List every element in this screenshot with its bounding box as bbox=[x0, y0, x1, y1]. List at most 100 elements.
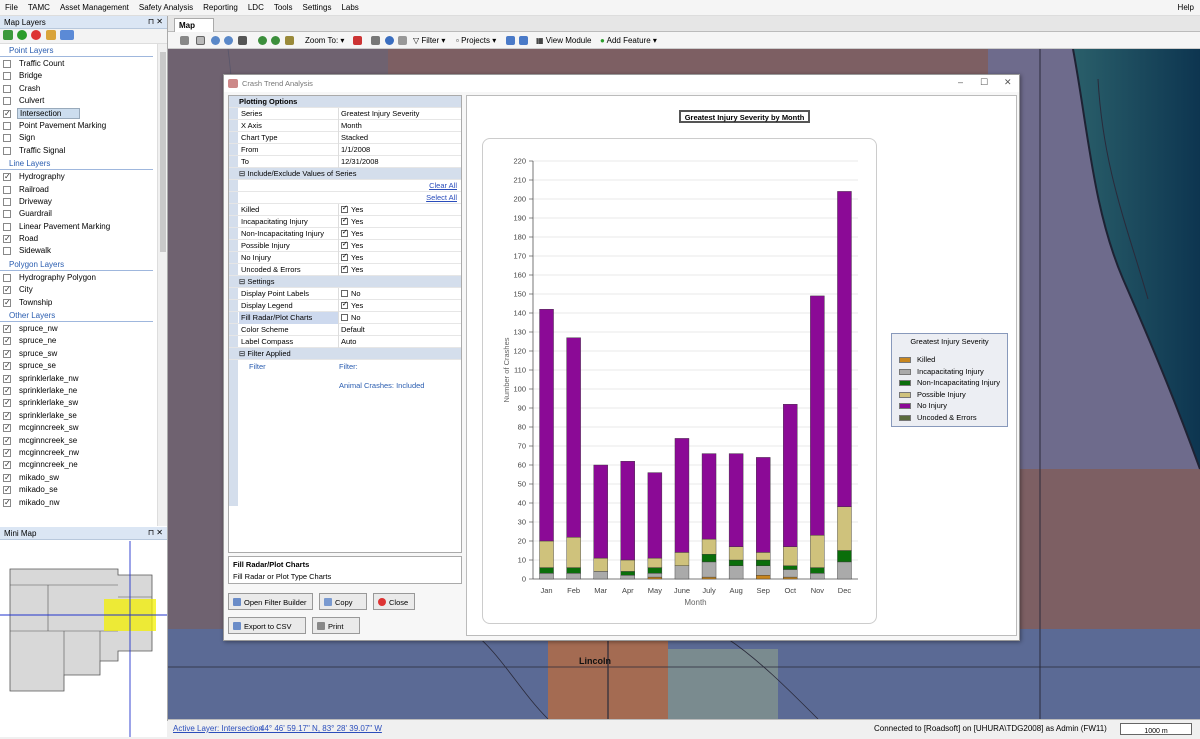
tag-icon[interactable] bbox=[45, 30, 56, 40]
layer-checkbox[interactable] bbox=[3, 410, 11, 422]
active-layer-link[interactable]: Active Layer: Intersection bbox=[173, 724, 263, 733]
binoculars-icon[interactable] bbox=[398, 36, 407, 45]
menu-item[interactable]: Safety Analysis bbox=[134, 0, 198, 12]
close-button[interactable]: Close bbox=[373, 593, 415, 610]
add-layer-icon[interactable] bbox=[3, 30, 13, 40]
layer-item[interactable]: mikado_sw bbox=[0, 472, 157, 484]
layer-checkbox[interactable] bbox=[3, 222, 11, 231]
layer-item[interactable]: mcginncreek_ne bbox=[0, 459, 157, 471]
layer-item[interactable]: Sign bbox=[0, 132, 157, 144]
value-checkbox[interactable] bbox=[341, 314, 348, 321]
layer-item[interactable]: Hydrography bbox=[0, 171, 157, 183]
include-section-header[interactable]: ⊟ Include/Exclude Values of Series bbox=[229, 168, 461, 180]
plotting-options-header[interactable]: Plotting Options bbox=[229, 96, 461, 108]
layout-dropdown-icon[interactable] bbox=[59, 30, 74, 40]
pin-close-icons[interactable]: ⊓ ✕ bbox=[148, 17, 163, 26]
layer-item[interactable]: Point Pavement Marking bbox=[0, 120, 157, 132]
property-row[interactable]: Chart Type Stacked bbox=[229, 132, 461, 144]
layer-checkbox[interactable] bbox=[3, 497, 11, 509]
mini-map-canvas[interactable] bbox=[0, 541, 167, 737]
layer-item[interactable]: Railroad bbox=[0, 184, 157, 196]
layer-item[interactable]: City bbox=[0, 284, 157, 296]
property-row[interactable]: To 12/31/2008 bbox=[229, 156, 461, 168]
value-checkbox[interactable] bbox=[341, 263, 348, 275]
layer-item[interactable]: mcginncreek_nw bbox=[0, 447, 157, 459]
layer-item[interactable]: spruce_se bbox=[0, 360, 157, 372]
layer-item[interactable]: Linear Pavement Marking bbox=[0, 221, 157, 233]
layer-item[interactable]: mikado_se bbox=[0, 484, 157, 496]
layer-item[interactable]: Crash bbox=[0, 83, 157, 95]
minus-icon[interactable] bbox=[31, 30, 42, 40]
layer-checkbox[interactable] bbox=[3, 72, 11, 81]
menu-item[interactable]: LDC bbox=[243, 0, 269, 12]
layer-checkbox[interactable] bbox=[3, 323, 11, 335]
layer-checkbox[interactable] bbox=[3, 60, 11, 68]
measure-icon[interactable] bbox=[238, 36, 247, 45]
add-feature-dropdown[interactable]: ● Add Feature ▾ bbox=[600, 36, 657, 45]
layer-item[interactable]: sprinklerlake_nw bbox=[0, 373, 157, 385]
layer-checkbox[interactable] bbox=[3, 459, 11, 471]
plus-icon[interactable] bbox=[17, 30, 28, 40]
filter-dropdown[interactable]: ▽ Filter ▾ bbox=[413, 36, 445, 45]
layer-checkbox[interactable] bbox=[3, 297, 11, 309]
grid-icon[interactable] bbox=[506, 36, 515, 45]
layer-checkbox[interactable] bbox=[3, 335, 11, 347]
layer-item[interactable]: spruce_sw bbox=[0, 348, 157, 360]
layer-checkbox[interactable] bbox=[3, 472, 11, 484]
layer-checkbox[interactable] bbox=[3, 97, 11, 106]
layer-checkbox[interactable] bbox=[3, 422, 11, 434]
refresh-map-icon[interactable] bbox=[285, 36, 294, 45]
print-button[interactable]: Print bbox=[312, 617, 360, 634]
export-csv-button[interactable]: Export to CSV bbox=[228, 617, 306, 634]
layer-checkbox[interactable] bbox=[3, 284, 11, 296]
layer-checkbox[interactable] bbox=[3, 397, 11, 409]
clear-all-link[interactable]: Clear All bbox=[427, 180, 457, 192]
property-row[interactable]: From 1/1/2008 bbox=[229, 144, 461, 156]
layer-item[interactable]: Sidewalk bbox=[0, 245, 157, 257]
coordinates-link[interactable]: 44° 46' 59.17" N, 83° 28' 39.07" W bbox=[260, 724, 382, 733]
layer-item[interactable]: sprinklerlake_ne bbox=[0, 385, 157, 397]
filter-section-header[interactable]: ⊟ Filter Applied bbox=[229, 348, 461, 360]
layer-item[interactable]: Culvert bbox=[0, 95, 157, 107]
menu-item[interactable]: Reporting bbox=[198, 0, 243, 12]
property-row[interactable]: Series Greatest Injury Severity bbox=[229, 108, 461, 120]
layer-item[interactable]: Driveway bbox=[0, 196, 157, 208]
tab-map[interactable]: Map bbox=[174, 18, 214, 32]
table-icon[interactable] bbox=[519, 36, 528, 45]
value-checkbox[interactable] bbox=[341, 239, 348, 251]
layer-item[interactable]: mikado_nw bbox=[0, 497, 157, 509]
menu-item[interactable]: Settings bbox=[298, 0, 337, 12]
layer-checkbox[interactable] bbox=[3, 348, 11, 360]
layer-checkbox[interactable] bbox=[3, 146, 11, 155]
layer-item[interactable]: mcginncreek_se bbox=[0, 435, 157, 447]
zoom-to-dropdown[interactable]: Zoom To: ▾ bbox=[305, 36, 344, 45]
layer-checkbox[interactable] bbox=[3, 108, 11, 120]
layer-item[interactable]: sprinklerlake_se bbox=[0, 410, 157, 422]
print-icon[interactable] bbox=[371, 36, 380, 45]
zoom-in-icon[interactable] bbox=[211, 36, 220, 45]
globe-icon[interactable] bbox=[271, 36, 280, 45]
layer-checkbox[interactable] bbox=[3, 247, 11, 256]
layer-checkbox[interactable] bbox=[3, 134, 11, 143]
property-row[interactable]: Label Compass Auto bbox=[229, 336, 461, 348]
value-checkbox[interactable] bbox=[341, 203, 348, 215]
layer-item[interactable]: mcginncreek_sw bbox=[0, 422, 157, 434]
layer-item[interactable]: sprinklerlake_sw bbox=[0, 397, 157, 409]
menu-item[interactable]: Labs bbox=[336, 0, 363, 12]
zoom-out-icon[interactable] bbox=[224, 36, 233, 45]
value-checkbox[interactable] bbox=[341, 215, 348, 227]
layer-checkbox[interactable] bbox=[3, 373, 11, 385]
layer-item[interactable]: Bridge bbox=[0, 70, 157, 82]
layer-checkbox[interactable] bbox=[3, 360, 11, 372]
layer-item[interactable]: Traffic Count bbox=[0, 58, 157, 70]
zoom-extent-icon[interactable] bbox=[258, 36, 267, 45]
menu-item[interactable]: Tools bbox=[269, 0, 298, 12]
maximize-icon[interactable]: ☐ bbox=[980, 77, 988, 88]
layer-checkbox[interactable] bbox=[3, 84, 11, 93]
value-checkbox[interactable] bbox=[341, 251, 348, 263]
layer-checkbox[interactable] bbox=[3, 385, 11, 397]
layer-checkbox[interactable] bbox=[3, 273, 11, 282]
layer-checkbox[interactable] bbox=[3, 233, 11, 245]
pan-hand-icon[interactable] bbox=[196, 36, 205, 45]
projects-dropdown[interactable]: ▫ Projects ▾ bbox=[456, 36, 496, 45]
